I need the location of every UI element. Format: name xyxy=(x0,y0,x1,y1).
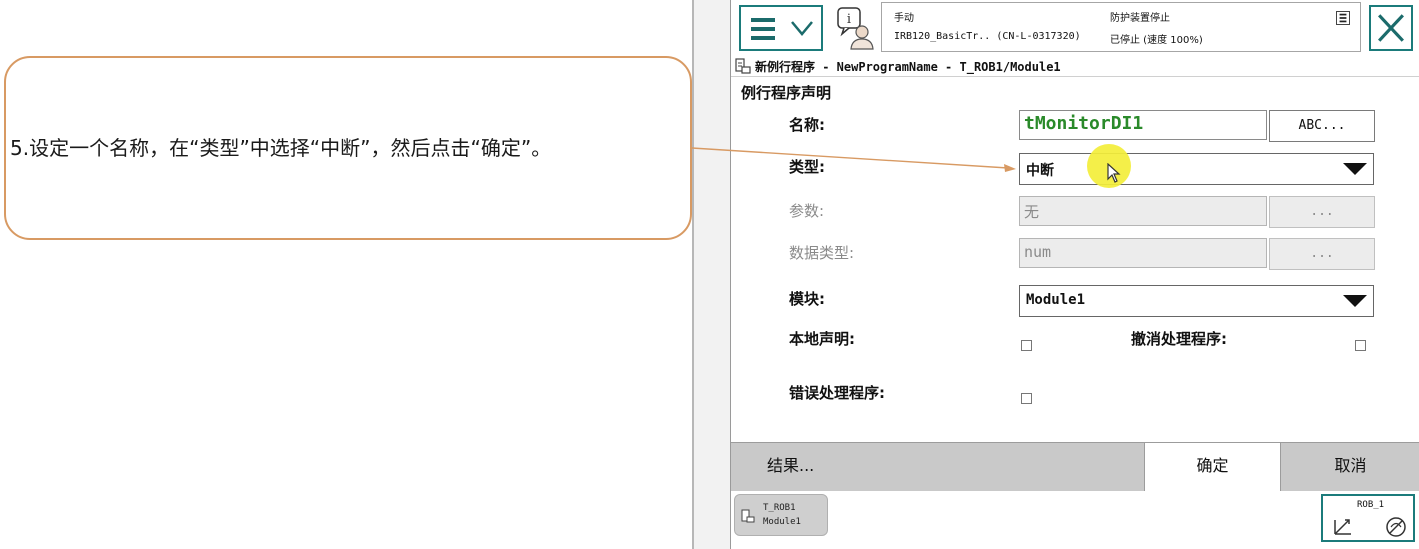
result-button[interactable]: 结果... xyxy=(731,443,1145,491)
flexpendant-window: i 手动 IRB120_BasicTr.. (CN-L-0317320) 防护装… xyxy=(730,0,1419,549)
task-name: T_ROB1 xyxy=(763,503,796,513)
type-label: 类型: xyxy=(789,158,825,176)
robot-system-name: IRB120_BasicTr.. (CN-L-0317320) xyxy=(894,31,1081,42)
run-state: 已停止 (速度 100%) xyxy=(1110,35,1203,46)
operating-mode: 手动 xyxy=(894,13,914,24)
chevron-down-icon xyxy=(791,21,813,36)
undo-handler-checkbox[interactable] xyxy=(1355,340,1366,351)
task-bar: T_ROB1 Module1 ROB_1 xyxy=(731,491,1419,549)
module-label: 模块: xyxy=(789,290,825,308)
program-editor-icon xyxy=(735,58,751,74)
dropdown-arrow-icon xyxy=(1343,295,1367,307)
local-declaration-checkbox[interactable] xyxy=(1021,340,1032,351)
name-value: tMonitorDI1 xyxy=(1024,113,1144,134)
error-handler-label: 错误处理程序: xyxy=(789,384,885,402)
slide-gap xyxy=(694,0,730,549)
datatype-field: num xyxy=(1019,238,1267,268)
local-declaration-label: 本地声明: xyxy=(789,330,855,348)
error-handler-checkbox[interactable] xyxy=(1021,393,1032,404)
params-browse-button[interactable]: ... xyxy=(1269,196,1375,228)
quickset-button[interactable]: ROB_1 xyxy=(1321,494,1415,542)
ok-button[interactable]: 确定 xyxy=(1145,443,1281,491)
svg-text:i: i xyxy=(847,12,851,27)
params-label: 参数: xyxy=(789,202,825,220)
jog-axes-icon xyxy=(1334,519,1351,535)
module-name: Module1 xyxy=(763,517,801,527)
status-panel[interactable]: 手动 IRB120_BasicTr.. (CN-L-0317320) 防护装置停… xyxy=(881,2,1361,52)
guard-status: 防护装置停止 xyxy=(1110,13,1170,24)
speed-gauge-icon xyxy=(1386,517,1406,537)
undo-handler-label: 撤消处理程序: xyxy=(1131,330,1227,348)
datatype-value: num xyxy=(1024,243,1052,261)
program-flag-icon xyxy=(1336,11,1350,25)
instruction-text: 5.设定一个名称，在“类型”中选择“中断”，然后点击“确定”。 xyxy=(10,136,552,160)
type-dropdown[interactable]: 中断 xyxy=(1019,153,1374,185)
mouse-cursor-icon xyxy=(1107,163,1121,183)
params-value: 无 xyxy=(1024,203,1040,221)
cancel-button[interactable]: 取消 xyxy=(1281,443,1419,491)
program-editor-icon xyxy=(741,509,755,523)
action-bar: 结果... 确定 取消 xyxy=(731,442,1419,492)
section-title: 例行程序声明 xyxy=(741,84,832,102)
name-keyboard-button[interactable]: ABC... xyxy=(1269,110,1375,142)
params-field: 无 xyxy=(1019,196,1267,226)
window-title-bar: 新例行程序 - NewProgramName - T_ROB1/Module1 xyxy=(731,56,1419,77)
dropdown-arrow-icon xyxy=(1343,163,1367,175)
datatype-browse-button[interactable]: ... xyxy=(1269,238,1375,270)
name-label: 名称: xyxy=(789,116,825,134)
top-bar: i 手动 IRB120_BasicTr.. (CN-L-0317320) 防护装… xyxy=(731,0,1419,57)
module-dropdown[interactable]: Module1 xyxy=(1019,285,1374,317)
close-button[interactable] xyxy=(1369,5,1413,51)
name-input[interactable]: tMonitorDI1 xyxy=(1019,110,1267,140)
window-title: 新例行程序 - NewProgramName - T_ROB1/Module1 xyxy=(755,60,1061,74)
datatype-label: 数据类型: xyxy=(789,244,855,262)
quickset-robot-label: ROB_1 xyxy=(1357,500,1385,510)
taskbar-program-editor[interactable]: T_ROB1 Module1 xyxy=(734,494,828,536)
type-value: 中断 xyxy=(1026,163,1054,179)
main-menu-button[interactable] xyxy=(739,5,823,51)
operator-info-icon[interactable]: i xyxy=(835,6,875,50)
module-value: Module1 xyxy=(1026,292,1086,308)
instruction-slide: 5.设定一个名称，在“类型”中选择“中断”，然后点击“确定”。 xyxy=(0,0,694,549)
menu-icon xyxy=(751,18,775,45)
